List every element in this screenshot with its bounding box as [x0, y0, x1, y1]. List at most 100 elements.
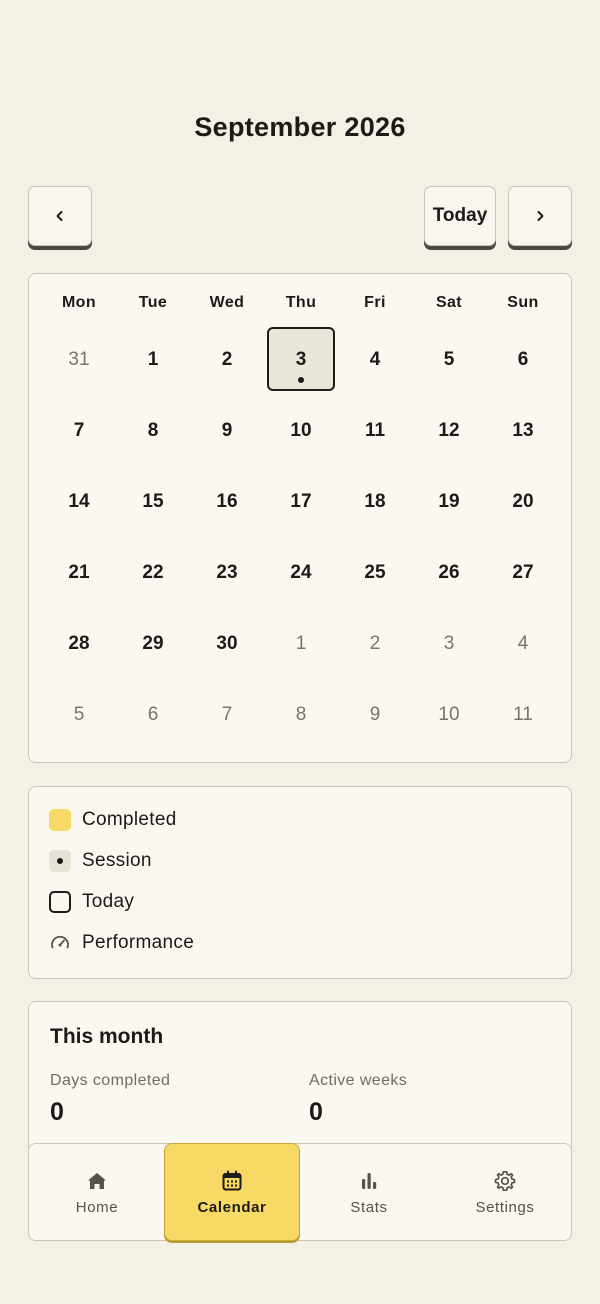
calendar-day[interactable]: 2 [190, 324, 264, 395]
day-number: 5 [73, 703, 85, 725]
day-number: 30 [216, 632, 238, 654]
day-number: 23 [216, 561, 238, 583]
calendar-day[interactable]: 11 [338, 395, 412, 466]
tab-calendar[interactable]: Calendar [164, 1143, 300, 1241]
active-weeks-value: 0 [309, 1098, 323, 1126]
day-number: 11 [513, 703, 533, 725]
day-number: 3 [295, 348, 307, 370]
day-number: 4 [369, 348, 381, 370]
calendar-day[interactable]: 2 [338, 608, 412, 679]
day-number: 20 [512, 490, 534, 512]
day-number: 21 [68, 561, 90, 583]
calendar-day[interactable]: 24 [264, 537, 338, 608]
calendar-day[interactable]: 4 [338, 324, 412, 395]
day-number: 24 [290, 561, 312, 583]
weekday-label: Wed [209, 294, 245, 311]
day-number: 28 [68, 632, 90, 654]
day-number: 5 [443, 348, 455, 370]
previous-month-button[interactable] [28, 186, 92, 246]
tab-home-label: Home [75, 1198, 119, 1216]
speedometer-icon [49, 932, 71, 954]
day-number: 10 [438, 703, 460, 725]
calendar-day[interactable]: 17 [264, 466, 338, 537]
today-swatch [49, 891, 71, 913]
tab-stats[interactable]: Stats [301, 1144, 437, 1240]
tab-stats-label: Stats [350, 1198, 388, 1216]
weekday-label: Mon [61, 294, 97, 311]
calendar-day[interactable]: 13 [486, 395, 560, 466]
chevron-right-icon [537, 211, 544, 221]
calendar-day[interactable]: 23 [190, 537, 264, 608]
calendar-day[interactable]: 18 [338, 466, 412, 537]
calendar-day[interactable]: 8 [116, 395, 190, 466]
day-number: 10 [290, 419, 312, 441]
day-number: 1 [147, 348, 159, 370]
legend-session: Session [49, 850, 152, 872]
calendar-day[interactable]: 3 [412, 608, 486, 679]
calendar-day[interactable]: 6 [486, 324, 560, 395]
calendar-day[interactable]: 10 [264, 395, 338, 466]
day-number: 17 [290, 490, 312, 512]
day-number: 27 [512, 561, 534, 583]
calendar-day[interactable]: 15 [116, 466, 190, 537]
calendar-day[interactable]: 11 [486, 679, 560, 750]
calendar-day[interactable]: 6 [116, 679, 190, 750]
day-number: 7 [221, 703, 233, 725]
calendar-day[interactable]: 5 [42, 679, 116, 750]
weekday-label: Tue [138, 294, 168, 311]
chevron-left-icon [56, 211, 63, 221]
session-dot [298, 377, 304, 383]
legend-today: Today [49, 891, 134, 913]
day-grid: 31 1 2 3 4 5 6 7 8 9 10 11 12 13 14 15 16 17 18 19 20 21 22 23 2… [42, 324, 560, 750]
calendar-day[interactable]: 30 [190, 608, 264, 679]
calendar-day[interactable]: 9 [190, 395, 264, 466]
calendar-day[interactable]: 26 [412, 537, 486, 608]
calendar-day[interactable]: 4 [486, 608, 560, 679]
calendar-day[interactable]: 27 [486, 537, 560, 608]
calendar-day[interactable]: 5 [412, 324, 486, 395]
day-number: 9 [369, 703, 381, 725]
calendar-day[interactable]: 31 [42, 324, 116, 395]
tab-calendar-label: Calendar [197, 1198, 267, 1216]
day-number: 9 [221, 419, 233, 441]
day-number: 11 [364, 419, 386, 441]
calendar-day[interactable]: 9 [338, 679, 412, 750]
completed-swatch [49, 809, 71, 831]
weekday-label: Sat [435, 294, 463, 311]
days-completed-label: Days completed [50, 1072, 171, 1089]
calendar-day[interactable]: 1 [116, 324, 190, 395]
day-number: 29 [142, 632, 164, 654]
legend-completed: Completed [49, 809, 177, 831]
calendar-day[interactable]: 22 [116, 537, 190, 608]
next-month-button[interactable] [508, 186, 572, 246]
legend-today-label: Today [82, 891, 135, 912]
calendar-day-today[interactable]: 3 [264, 324, 338, 395]
day-number: 25 [364, 561, 386, 583]
today-button[interactable]: Today [424, 186, 496, 246]
calendar-day[interactable]: 12 [412, 395, 486, 466]
calendar-day[interactable]: 28 [42, 608, 116, 679]
calendar-day[interactable]: 14 [42, 466, 116, 537]
calendar-day[interactable]: 7 [42, 395, 116, 466]
calendar-day[interactable]: 1 [264, 608, 338, 679]
month-title: September 2026 [194, 112, 406, 142]
calendar-day[interactable]: 16 [190, 466, 264, 537]
legend-session-label: Session [82, 850, 152, 871]
calendar-day[interactable]: 7 [190, 679, 264, 750]
calendar-day[interactable]: 29 [116, 608, 190, 679]
calendar-day[interactable]: 25 [338, 537, 412, 608]
weekday-header: Mon Tue Wed Thu Fri Sat Sun [42, 294, 560, 312]
month-summary-card: This month Days completed 0 Active weeks… [28, 1001, 572, 1151]
calendar-grid: Mon Tue Wed Thu Fri Sat Sun 31 1 2 3 4 5 6 7 8 9 1… [28, 273, 572, 763]
tab-home[interactable]: Home [29, 1144, 165, 1240]
tab-settings[interactable]: Settings [437, 1144, 573, 1240]
day-number: 26 [438, 561, 460, 583]
calendar-day[interactable]: 21 [42, 537, 116, 608]
calendar-day[interactable]: 8 [264, 679, 338, 750]
calendar-day[interactable]: 10 [412, 679, 486, 750]
calendar-day[interactable]: 20 [486, 466, 560, 537]
day-number: 22 [142, 561, 164, 583]
days-completed-value: 0 [50, 1098, 64, 1126]
day-number: 4 [517, 632, 529, 654]
calendar-day[interactable]: 19 [412, 466, 486, 537]
